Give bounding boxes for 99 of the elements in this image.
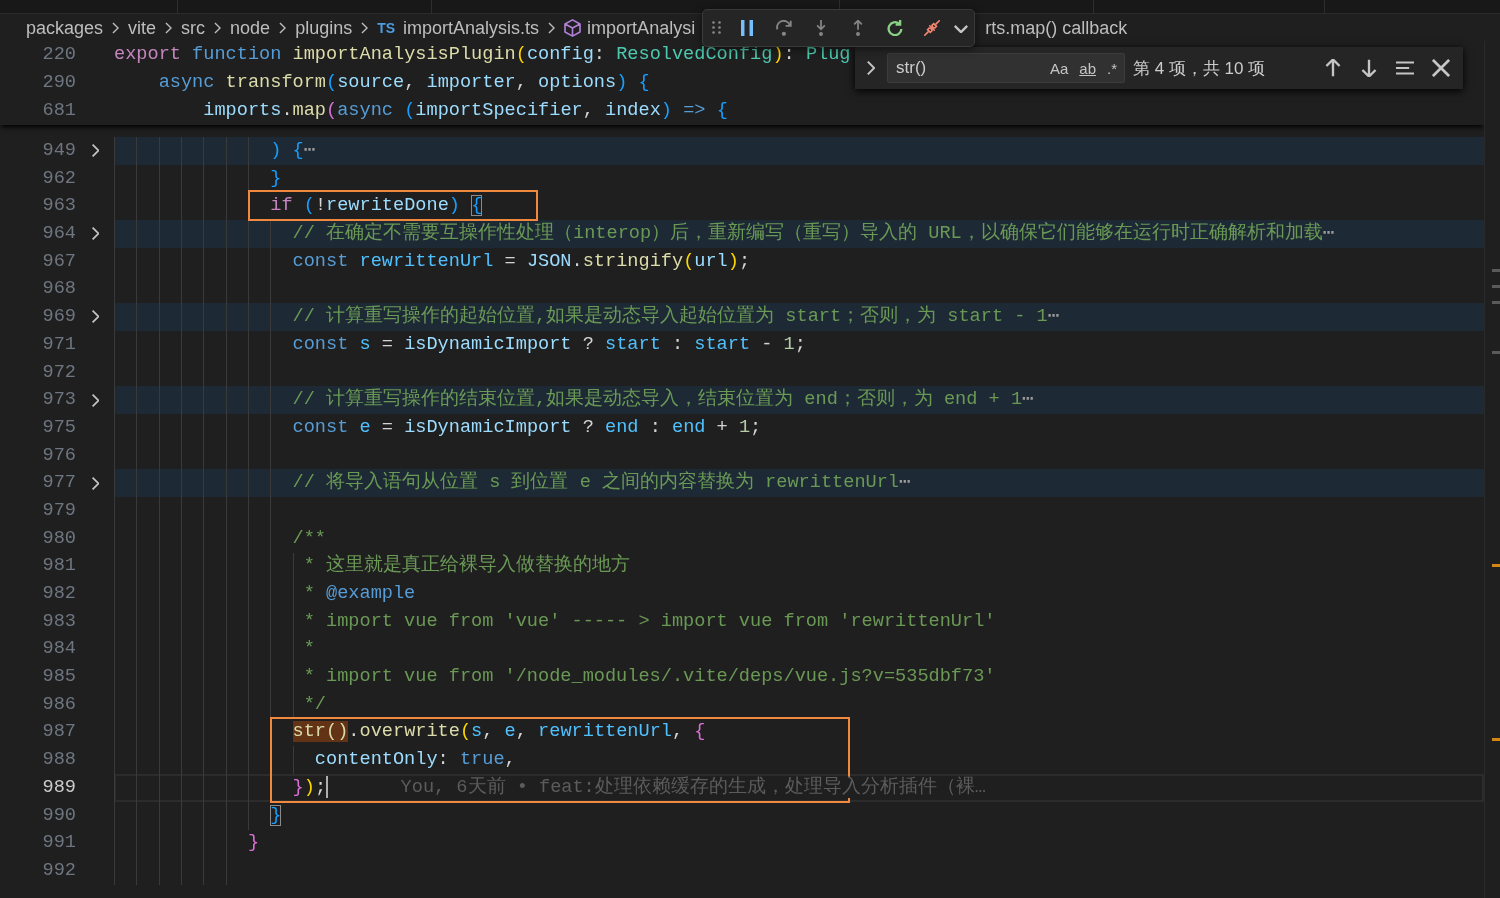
line-number: 976 xyxy=(41,443,76,468)
code-line: * import vue from '/node_modules/.vite/deps/vue.js?v=535dbf73' xyxy=(303,666,996,688)
line-number: 220 xyxy=(41,43,76,67)
breadcrumb-item[interactable]: plugins xyxy=(295,16,353,39)
breadcrumb-item[interactable]: importAnalysis.ts xyxy=(403,16,540,39)
search-option-toggle[interactable]: .* xyxy=(1103,56,1121,80)
grip-dots-icon[interactable] xyxy=(712,21,722,34)
line-number: 983 xyxy=(41,609,76,634)
line-number: 986 xyxy=(41,692,76,717)
code-line: /** xyxy=(292,527,326,549)
code-line: // 在确定不需要互操作性处理（interop）后，重新编写（重写）导入的 URL，以确保它们能够在运行时正确解析和加载⋯ xyxy=(292,223,1334,245)
line-number: 962 xyxy=(41,166,76,191)
code-line: } xyxy=(270,804,282,826)
breadcrumb-item[interactable]: rts.map() callback xyxy=(985,16,1128,39)
search-field[interactable]: str() Aa ab .* xyxy=(887,53,1125,83)
code-line[interactable]: async transform(source, importer, options) { xyxy=(158,72,650,93)
file-type-label: TS xyxy=(377,19,396,36)
arrow-up-icon xyxy=(1324,59,1342,77)
line-number: 949 xyxy=(41,139,76,163)
line-number: 980 xyxy=(41,526,76,551)
text-cursor xyxy=(326,775,329,798)
chevron-right-icon xyxy=(279,21,287,34)
code-line: * 这里就是真正给裸导入做替换的地方 xyxy=(303,555,630,577)
line-number: 979 xyxy=(41,498,76,523)
curved-arrow-dot-icon xyxy=(776,19,793,36)
chevron-right-icon xyxy=(867,61,875,75)
line-number: 982 xyxy=(41,582,76,606)
circular-arrow-icon xyxy=(887,19,904,36)
arrow-down-icon xyxy=(1360,59,1378,77)
cube-icon xyxy=(564,18,582,37)
code-line: const s = isDynamicImport ? start : start - 1; xyxy=(292,333,806,355)
chevron-right-icon xyxy=(112,21,120,34)
breadcrumb-item[interactable]: vite xyxy=(128,16,157,39)
plug-icon xyxy=(924,19,941,36)
chevron-right-icon xyxy=(361,21,369,34)
code-line: const rewrittenUrl = JSON.stringify(url); xyxy=(292,250,751,272)
line-number: 984 xyxy=(41,637,76,662)
scroll-marker-icon xyxy=(1492,269,1500,272)
line-number: 968 xyxy=(41,277,76,302)
line-number: 991 xyxy=(41,831,76,856)
match-count: 第 4 项，共 10 项 xyxy=(1133,57,1266,80)
line-number: 992 xyxy=(41,858,76,883)
line-number: 981 xyxy=(41,554,76,579)
scroll-marker-icon xyxy=(1492,351,1500,354)
code-line[interactable]: imports.map(async (importSpecifier, index) => { xyxy=(203,100,728,121)
breadcrumb-item[interactable]: src xyxy=(181,16,206,39)
line-number: 290 xyxy=(41,71,76,95)
blame-annotation: You, 6天前 • feat:处理依赖缓存的生成，处理导入分析插件（裸… xyxy=(400,776,986,798)
line-number: 987 xyxy=(41,720,76,745)
scroll-marker-icon xyxy=(1492,564,1500,567)
code-line: str().overwrite(s, e, rewrittenUrl, { xyxy=(292,721,706,743)
chevron-down-icon xyxy=(954,24,969,33)
code-line: * @example xyxy=(303,583,416,604)
breadcrumb-item[interactable]: node xyxy=(230,16,271,39)
line-number: 971 xyxy=(41,332,76,357)
search-option-toggle[interactable]: Aa xyxy=(1045,56,1073,80)
chevron-right-icon xyxy=(214,21,222,34)
chevron-right-icon[interactable] xyxy=(91,476,99,490)
line-number: 988 xyxy=(41,748,76,773)
pause-icon xyxy=(739,19,756,36)
line-number: 969 xyxy=(41,305,76,330)
code-line: contentOnly: true, xyxy=(314,749,516,771)
close-icon xyxy=(1432,59,1450,77)
chevron-right-icon[interactable] xyxy=(91,310,99,324)
line-number: 972 xyxy=(41,360,76,385)
code-line: } xyxy=(270,167,282,189)
code-line: // 计算重写操作的起始位置,如果是动态导入起始位置为 start；否则，为 start - 1⋯ xyxy=(292,306,1059,328)
code-line: // 将导入语句从位置 s 到位置 e 之间的内容替换为 rewrittenUrl⋯ xyxy=(292,472,911,494)
line-number: 989 xyxy=(41,775,76,800)
search-option-toggle[interactable]: ab xyxy=(1075,56,1100,80)
code-line: ) {⋯ xyxy=(270,140,315,161)
line-number: 990 xyxy=(41,803,76,828)
code-line: */ xyxy=(303,693,326,715)
breadcrumb-item[interactable]: packages xyxy=(26,16,104,39)
scroll-marker-icon xyxy=(1492,285,1500,288)
line-number: 985 xyxy=(41,665,76,690)
code-line: if (!rewriteDone) { xyxy=(270,195,483,217)
chevron-right-icon[interactable] xyxy=(91,227,99,241)
lines-icon xyxy=(1396,59,1414,77)
scroll-marker-icon xyxy=(1492,301,1500,304)
line-number: 963 xyxy=(41,194,76,219)
line-number: 977 xyxy=(41,471,76,496)
line-number: 681 xyxy=(41,99,76,123)
code-line: // 计算重写操作的结束位置,如果是动态导入，结束位置为 end；否则，为 end + 1⋯ xyxy=(292,389,1034,411)
scroll-marker-icon xyxy=(1492,738,1500,741)
code-line: * import vue from 'vue' ----- > import vue from 'rewrittenUrl' xyxy=(303,610,996,632)
line-number: 975 xyxy=(41,415,76,440)
line-number: 964 xyxy=(41,222,76,247)
chevron-right-icon[interactable] xyxy=(91,144,99,158)
line-number: 973 xyxy=(41,388,76,413)
code-line: } xyxy=(247,832,260,854)
line-number: 967 xyxy=(41,249,76,274)
code-line: }); xyxy=(292,776,327,798)
chevron-right-icon xyxy=(548,21,556,34)
code-line: const e = isDynamicImport ? end : end + 1; xyxy=(292,416,762,438)
code-line: * xyxy=(303,638,315,660)
chevron-right-icon[interactable] xyxy=(91,393,99,407)
breadcrumb-item[interactable]: importAnalysi xyxy=(587,16,696,39)
chevron-right-icon xyxy=(165,21,173,34)
